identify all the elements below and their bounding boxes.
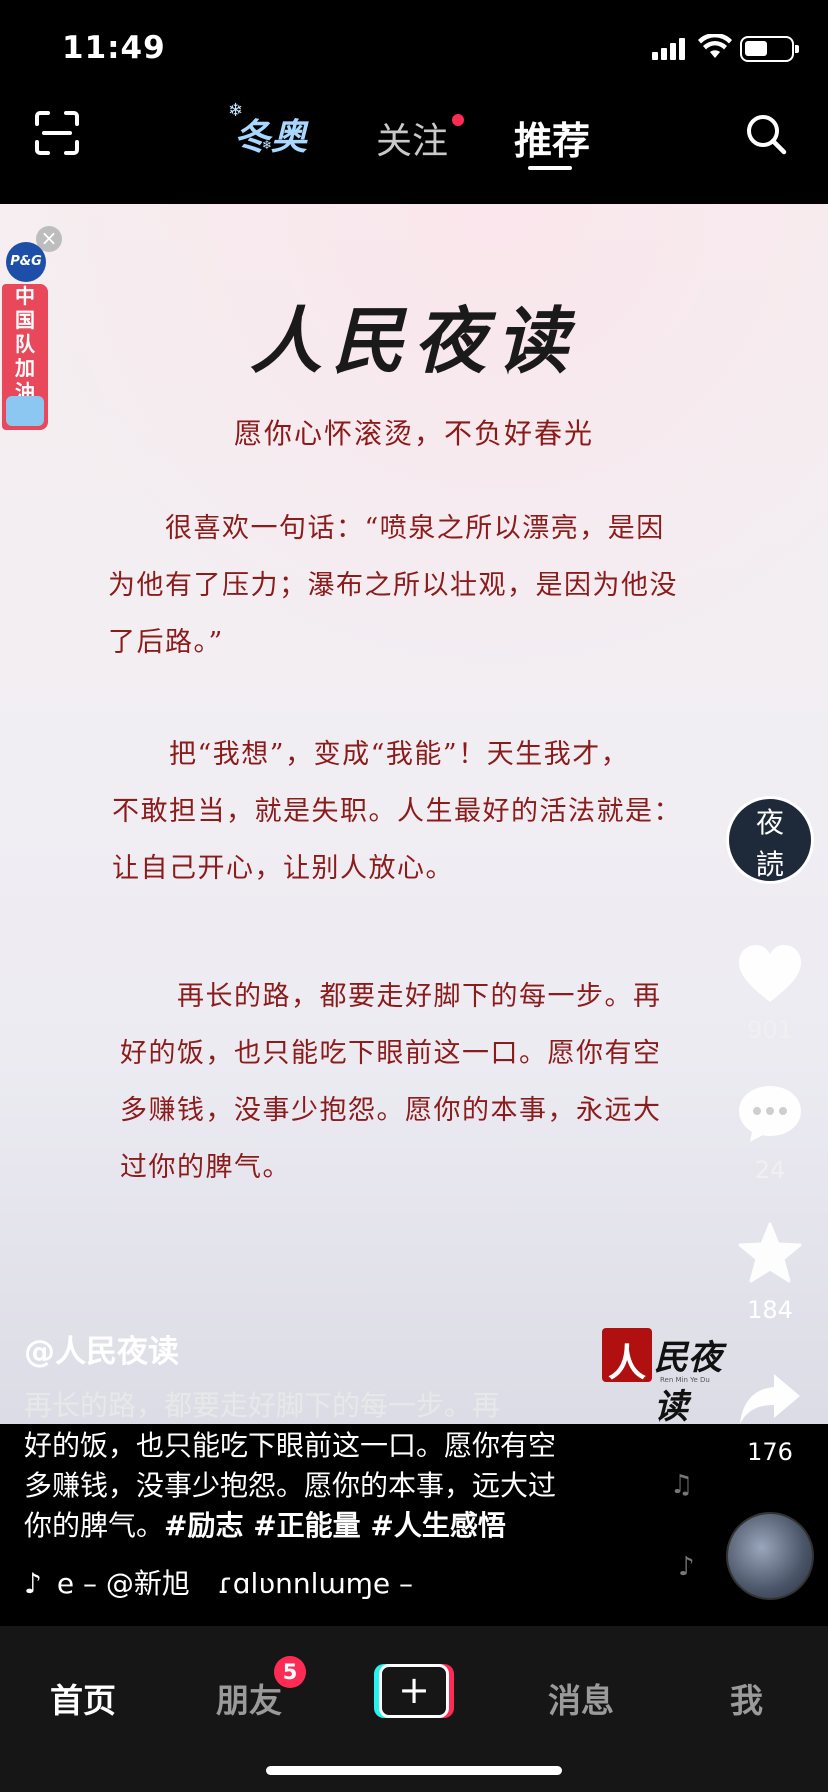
nav-friends-label: 朋友 <box>216 1681 282 1720</box>
wifi-icon <box>698 34 732 58</box>
description-line: 你的脾气。#励志 #正能量 #人生感悟 <box>24 1506 614 1546</box>
comment-count: 24 <box>754 1156 786 1184</box>
text-line: 不敢担当，就是失职。人生最好的活法就是： <box>112 796 682 827</box>
favorite-button[interactable]: 184 <box>726 1222 814 1324</box>
text-line: 再长的路，都要走好脚下的每一步。再 <box>120 981 662 1012</box>
watermark-mark: 人 <box>602 1328 652 1385</box>
tab-following[interactable]: 关注 <box>376 112 465 164</box>
nav-messages[interactable]: 消息 <box>548 1674 614 1722</box>
comment-icon <box>739 1086 801 1142</box>
video-title-logo: 人民夜读 <box>249 298 578 383</box>
tab-following-label: 关注 <box>376 121 449 162</box>
music-ticker[interactable]: ♪ e – @新旭 ɾɑlʋnnlɯɱe – <box>24 1562 413 1602</box>
description-line: 好的饭，也只能吃下眼前这一口。愿你有空 <box>24 1429 557 1462</box>
brand-logo: P&G <box>6 242 46 282</box>
music-disc[interactable] <box>726 1512 814 1600</box>
scan-icon[interactable] <box>34 110 80 156</box>
tiktok-note-icon: ♪ <box>24 1567 42 1600</box>
ad-text: 中 <box>15 284 35 308</box>
text-line: 为他有了压力；瀑布之所以壮观，是因为他没 <box>108 570 678 601</box>
ad-text: 队 <box>15 332 35 356</box>
top-navigation: ❄ 冬奥 ❄ 关注 推荐 <box>0 96 828 204</box>
text-line: 很喜欢一句话：“喷泉之所以漂亮，是因 <box>108 513 665 544</box>
video-player[interactable]: 人民夜读 愿你心怀滚烫，不负好春光 很喜欢一句话：“喷泉之所以漂亮，是因 为他有… <box>0 204 828 1424</box>
notification-dot <box>452 114 465 126</box>
music-title: e – @新旭 ɾɑlʋnnlɯɱe – <box>56 1567 414 1600</box>
tab-winter-olympics[interactable]: ❄ 冬奥 ❄ <box>228 100 308 160</box>
like-button[interactable]: 901 <box>726 944 814 1044</box>
video-description[interactable]: 再长的路，都要走好脚下的每一步。再 好的饭，也只能吃下眼前这一口。愿你有空 多赚… <box>24 1386 614 1546</box>
video-paragraph-2: 把“我想”，变成“我能”！天生我才， 不敢担当，就是失职。人生最好的活法就是： … <box>112 726 682 897</box>
share-icon <box>740 1374 800 1424</box>
video-paragraph-3: 再长的路，都要走好脚下的每一步。再 好的饭，也只能吃下眼前这一口。愿你有空 多赚… <box>120 968 662 1196</box>
author-handle[interactable]: @人民夜读 <box>24 1326 179 1371</box>
tab-recommended-label: 推荐 <box>514 119 591 163</box>
text-line: 多赚钱，没事少抱怨。愿你的本事，永远大 <box>120 1095 662 1126</box>
avatar-text: 読 <box>755 848 784 881</box>
create-button[interactable]: + <box>374 1664 454 1718</box>
watermark-small-text: Ren Min Ye Du <box>660 1376 710 1384</box>
share-count: 176 <box>747 1438 793 1466</box>
ad-text: 加 <box>15 356 35 380</box>
signal-icon <box>652 38 685 60</box>
text-line: 把“我想”，变成“我能”！天生我才， <box>112 739 630 770</box>
battery-icon <box>740 36 799 62</box>
nav-friends[interactable]: 朋友 5 <box>216 1656 306 1722</box>
music-note-icon: ♪ <box>678 1552 695 1582</box>
video-subtitle: 愿你心怀滚烫，不负好春光 <box>233 417 594 450</box>
text-line: 好的饭，也只能吃下眼前这一口。愿你有空 <box>120 1038 662 1069</box>
text-line: 让自己开心，让别人放心。 <box>112 853 454 884</box>
hashtags[interactable]: #励志 #正能量 #人生感悟 <box>164 1509 506 1542</box>
ad-banner[interactable]: 中 国 队 加 油 <box>2 284 48 430</box>
watermark-mark-text: 人 <box>608 1340 647 1385</box>
heart-icon <box>739 945 801 1002</box>
share-button[interactable]: 176 <box>726 1372 814 1466</box>
tab-recommended[interactable]: 推荐 <box>514 110 591 170</box>
mascot-image <box>6 396 44 426</box>
plus-icon: + <box>379 1664 449 1718</box>
like-count: 901 <box>747 1016 793 1044</box>
music-note-icon: ♫ <box>670 1470 694 1500</box>
text-line: 过你的脾气。 <box>120 1152 291 1183</box>
favorite-count: 184 <box>747 1296 793 1324</box>
description-text: 你的脾气。 <box>24 1509 165 1542</box>
status-bar: 11:49 <box>0 0 828 96</box>
snowflake-icon: ❄ <box>262 138 274 152</box>
description-line: 再长的路，都要走好脚下的每一步。再 <box>24 1389 501 1422</box>
friends-badge: 5 <box>274 1656 306 1688</box>
author-avatar[interactable]: 夜 読 <box>726 796 814 884</box>
video-paragraph-1: 很喜欢一句话：“喷泉之所以漂亮，是因 为他有了压力；瀑布之所以壮观，是因为他没 … <box>108 500 678 671</box>
ad-badge[interactable]: × P&G 中 国 队 加 油 <box>0 226 62 430</box>
avatar-text: 夜 <box>755 806 784 839</box>
nav-me[interactable]: 我 <box>730 1674 763 1722</box>
search-icon[interactable] <box>744 112 788 156</box>
comment-button[interactable]: 24 <box>726 1084 814 1184</box>
active-tab-indicator <box>528 166 572 170</box>
ad-text: 国 <box>15 308 35 332</box>
star-icon <box>738 1222 802 1283</box>
status-time: 11:49 <box>62 30 166 66</box>
home-indicator[interactable] <box>266 1766 562 1775</box>
text-line: 了后路。” <box>108 627 224 658</box>
nav-home[interactable]: 首页 <box>50 1674 116 1722</box>
snowflake-icon: ❄ <box>228 100 245 121</box>
description-line: 多赚钱，没事少抱怨。愿你的本事，远大过 <box>24 1469 557 1502</box>
